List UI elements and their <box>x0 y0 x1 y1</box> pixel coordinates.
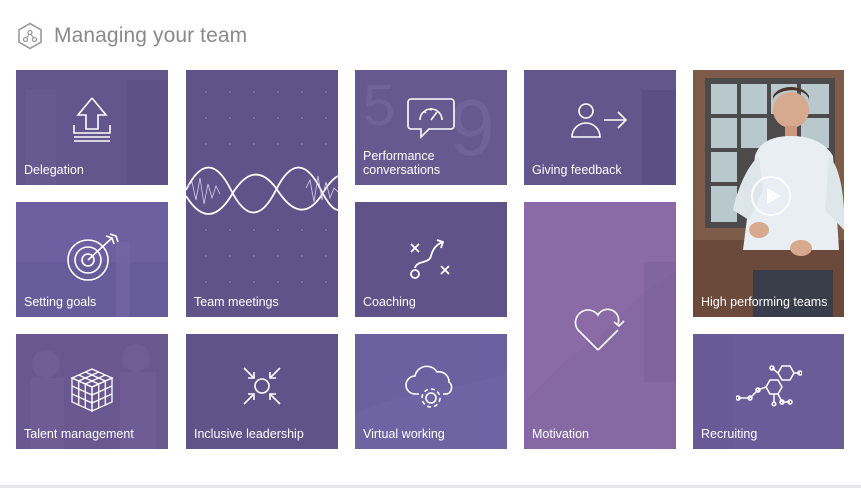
tile-label: High performing teams <box>701 295 828 309</box>
tile-label: Setting goals <box>24 295 97 309</box>
gauge-speech-bubble-icon <box>407 98 455 139</box>
tile-delegation[interactable]: Delegation <box>16 70 168 185</box>
hexagon-team-icon <box>18 22 42 50</box>
cloud-gear-icon <box>405 365 453 408</box>
tile-motivation[interactable]: Motivation <box>524 202 676 449</box>
tile-virtual-working[interactable]: Virtual working <box>355 334 507 449</box>
tile-label: Talent management <box>24 427 134 441</box>
delegation-arrow-icon <box>73 97 111 142</box>
tile-high-performing-teams[interactable]: High performing teams <box>693 70 844 317</box>
cube-grid-icon <box>70 368 114 413</box>
tile-giving-feedback[interactable]: Giving feedback <box>524 70 676 185</box>
tile-label: Coaching <box>363 295 416 309</box>
tile-coaching[interactable]: Coaching <box>355 202 507 317</box>
tile-inclusive-leadership[interactable]: Inclusive leadership <box>186 334 338 449</box>
tile-label: Team meetings <box>194 295 279 309</box>
target-icon <box>67 233 119 281</box>
tile-performance-conversations[interactable]: 5 9 Performance conversations <box>355 70 507 185</box>
converging-arrows-icon <box>243 367 281 405</box>
svg-text:5: 5 <box>363 73 395 138</box>
play-icon[interactable] <box>751 176 791 216</box>
tile-setting-goals[interactable]: Setting goals <box>16 202 168 317</box>
molecule-icon <box>735 365 802 407</box>
tile-label: Recruiting <box>701 427 758 441</box>
tactics-play-icon <box>410 239 450 279</box>
tile-talent-management[interactable]: Talent management <box>16 334 168 449</box>
heart-cycle-icon <box>574 308 625 351</box>
tile-recruiting[interactable]: Recruiting <box>693 334 844 449</box>
tile-label: Motivation <box>532 427 589 441</box>
tile-label: Performance conversations <box>363 149 441 177</box>
tile-label: Inclusive leadership <box>194 427 304 441</box>
tile-label: Giving feedback <box>532 163 622 177</box>
tile-label: Delegation <box>24 163 84 177</box>
tile-team-meetings[interactable]: Team meetings <box>186 70 338 317</box>
page-header: Managing your team <box>16 21 247 51</box>
page-title: Managing your team <box>54 24 248 47</box>
waveform-icon <box>186 166 338 215</box>
tile-label: Virtual working <box>363 427 445 441</box>
person-arrow-icon <box>571 103 628 138</box>
